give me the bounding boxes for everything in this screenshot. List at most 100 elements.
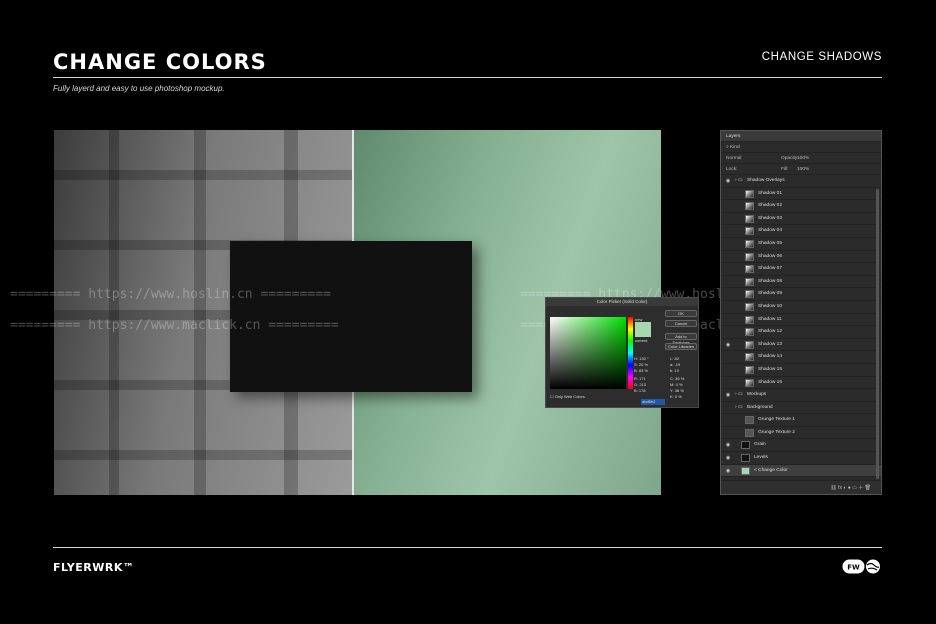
- layer-name: < Change Color: [754, 467, 788, 473]
- layer-row[interactable]: Shadow 11: [721, 314, 881, 327]
- layer-row[interactable]: Shadow 10: [721, 301, 881, 314]
- layer-thumbnail-icon: [741, 466, 750, 475]
- lock-fill-bar[interactable]: Lock: Fill: 100%: [721, 164, 881, 175]
- layer-thumbnail-icon: [745, 328, 754, 337]
- layer-row[interactable]: ◉ › ▭ Shadow Overlays: [721, 175, 881, 188]
- visibility-eye-icon[interactable]: ◉: [724, 175, 732, 188]
- opacity-value: 100%: [797, 156, 810, 161]
- layer-thumbnail-icon: [745, 340, 754, 349]
- layer-thumbnail-icon: [745, 277, 754, 286]
- layer-name: Shadow 04: [758, 228, 783, 234]
- folder-icon[interactable]: › ▭: [735, 402, 742, 415]
- layer-row[interactable]: ◉ › ▭ Mockups: [721, 389, 881, 402]
- layer-row[interactable]: Shadow 16: [721, 377, 881, 390]
- layer-name: Shadow 08: [758, 278, 783, 284]
- field-l: L: 82: [670, 356, 679, 361]
- layer-row[interactable]: ◉ Shadow 13: [721, 339, 881, 352]
- layer-thumbnail-icon: [745, 378, 754, 387]
- layer-thumbnail-icon: [745, 189, 754, 198]
- tab-layers[interactable]: Layers: [721, 131, 881, 142]
- layer-name: Background: [747, 404, 773, 410]
- fill-value: 100%: [797, 167, 810, 172]
- only-web-colors-checkbox[interactable]: ☐ Only Web Colors: [550, 394, 585, 399]
- visibility-eye-icon[interactable]: ◉: [724, 452, 732, 465]
- field-b: B: 83 %: [634, 368, 649, 373]
- blend-opacity-bar[interactable]: Normal Opacity: 100%: [721, 153, 881, 164]
- field-g: G: 213: [634, 382, 647, 387]
- color-field[interactable]: [550, 317, 626, 389]
- layer-name: Shadow 16: [758, 379, 783, 385]
- layer-row[interactable]: Grunge Texture 2: [721, 427, 881, 440]
- header-divider: [53, 77, 882, 78]
- hue-slider[interactable]: [628, 317, 633, 389]
- add-to-swatches-button[interactable]: Add to Swatches: [665, 333, 697, 345]
- layers-panel: Layers ⌕ Kind Normal Opacity: 100% Lock:…: [720, 130, 882, 495]
- layer-filter[interactable]: ⌕ Kind: [721, 142, 881, 153]
- layer-row[interactable]: ◉ < Change Color: [721, 464, 881, 478]
- layer-name: Levels: [754, 455, 768, 461]
- layer-name: Shadow 05: [758, 240, 783, 246]
- visibility-eye-icon[interactable]: ◉: [724, 465, 732, 478]
- layer-name: Shadow 11: [758, 316, 782, 322]
- svg-text:FW: FW: [847, 564, 860, 572]
- layer-name: Shadow 15: [758, 366, 783, 372]
- folder-icon[interactable]: › ▭: [735, 175, 742, 188]
- layer-thumbnail-icon: [745, 302, 754, 311]
- visibility-eye-icon[interactable]: ◉: [724, 439, 732, 452]
- visibility-eye-icon[interactable]: ◉: [724, 339, 732, 352]
- layer-row[interactable]: Shadow 09: [721, 288, 881, 301]
- visibility-eye-icon[interactable]: ◉: [724, 389, 732, 402]
- ok-button[interactable]: OK: [665, 310, 697, 317]
- layer-thumbnail-icon: [745, 353, 754, 362]
- layer-name: Shadow 01: [758, 190, 783, 196]
- layer-row[interactable]: Shadow 12: [721, 326, 881, 339]
- layer-name: Mockups: [747, 392, 767, 398]
- layers-footer-toolbar[interactable]: ⛓ fx ◐ ● ▭ ＋ 🗑: [721, 480, 881, 494]
- cancel-button[interactable]: Cancel: [665, 320, 697, 327]
- new-color-swatch: [635, 322, 651, 337]
- field-k: K: 0 %: [670, 394, 682, 399]
- layer-thumbnail-icon: [741, 441, 750, 450]
- layer-thumbnail-icon: [745, 252, 754, 261]
- field-lab-b: b: 10: [670, 368, 679, 373]
- layer-row[interactable]: Shadow 02: [721, 200, 881, 213]
- layer-row[interactable]: Shadow 01: [721, 188, 881, 201]
- folder-icon[interactable]: › ▭: [735, 389, 742, 402]
- subtitle: Fully layerd and easy to use photoshop m…: [53, 84, 225, 93]
- color-picker-dialog: Color Picker (Solid Color) new current O…: [545, 297, 699, 408]
- layer-thumbnail-icon: [745, 428, 754, 437]
- field-y: Y: 38 %: [670, 388, 684, 393]
- layer-row[interactable]: ◉ Levels: [721, 452, 881, 465]
- brand-logo: FLYERWRK™: [53, 561, 135, 574]
- layer-row[interactable]: ◉ Grain: [721, 439, 881, 453]
- layer-row[interactable]: Shadow 05: [721, 238, 881, 251]
- layer-thumbnail-icon: [745, 265, 754, 274]
- black-card-mockup: [230, 241, 472, 392]
- layer-name: Shadow Overlays: [747, 178, 785, 183]
- layer-row[interactable]: Shadow 15: [721, 364, 881, 377]
- layer-row[interactable]: Shadow 07: [721, 263, 881, 276]
- field-c: C: 36 %: [670, 376, 685, 381]
- footer-divider: [53, 547, 882, 548]
- layer-list: ◉ › ▭ Shadow Overlays Shadow 01 Shadow 02 Sha…: [721, 175, 881, 478]
- layer-row[interactable]: Shadow 14: [721, 351, 881, 364]
- layer-thumbnail-icon: [745, 416, 754, 425]
- layer-name: Grunge Texture 1: [758, 417, 795, 423]
- layer-thumbnail-icon: [745, 214, 754, 223]
- layer-row[interactable]: Grunge Texture 1: [721, 414, 881, 427]
- layer-row[interactable]: Shadow 03: [721, 213, 881, 226]
- layer-name: Shadow 02: [758, 203, 783, 209]
- change-shadows-label: CHANGE SHADOWS: [761, 51, 882, 63]
- layer-row[interactable]: Shadow 08: [721, 276, 881, 289]
- layer-row[interactable]: Shadow 04: [721, 225, 881, 238]
- field-s: S: 20 %: [634, 362, 649, 367]
- layers-scrollbar[interactable]: [876, 189, 879, 479]
- layer-thumbnail-icon: [745, 239, 754, 248]
- layer-row[interactable]: › ▭ Background: [721, 402, 881, 415]
- layer-name: Shadow 09: [758, 291, 783, 297]
- field-m: M: 4 %: [670, 382, 683, 387]
- color-libraries-button[interactable]: Color Libraries: [665, 343, 697, 350]
- layer-row[interactable]: Shadow 06: [721, 251, 881, 264]
- hex-input[interactable]: abd5b2: [641, 399, 665, 405]
- layer-thumbnail-icon: [745, 227, 754, 236]
